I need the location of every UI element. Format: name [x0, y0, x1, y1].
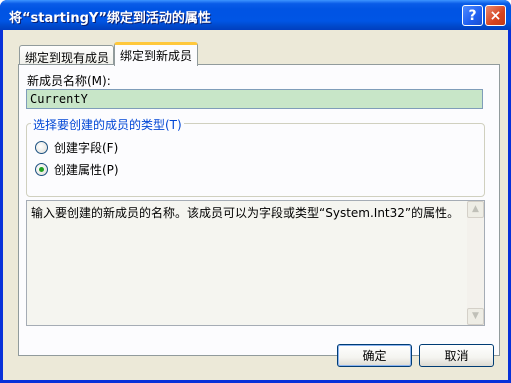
- close-button[interactable]: ×: [485, 5, 506, 26]
- window-title: 将“startingY”绑定到活动的属性: [9, 11, 211, 26]
- member-type-group-title: 选择要创建的成员的类型(T): [31, 116, 184, 133]
- scroll-up-arrow-icon[interactable]: ▲: [467, 201, 484, 218]
- description-scrollbar[interactable]: ▲ ▼: [467, 201, 484, 325]
- tab-label: 绑定到现有成员: [25, 51, 110, 65]
- option-label: 创建属性(P): [54, 163, 119, 177]
- member-type-group: 选择要创建的成员的类型(T) 创建字段(F) 创建属性(P): [26, 116, 485, 197]
- dialog-client-area: 绑定到现有成员 绑定到新成员 新成员名称(M): CurrentY 选择要创建的…: [3, 30, 508, 380]
- option-create-property[interactable]: 创建属性(P): [35, 161, 119, 178]
- dialog-window: 将“startingY”绑定到活动的属性 ? × 绑定到现有成员 绑定到新成员 …: [0, 0, 511, 383]
- tab-label: 绑定到新成员: [120, 49, 193, 63]
- tab-panel: 新成员名称(M): CurrentY 选择要创建的成员的类型(T) 创建字段(F…: [18, 64, 500, 356]
- tab-bind-existing-member[interactable]: 绑定到现有成员: [19, 45, 114, 65]
- new-member-name-input[interactable]: CurrentY: [26, 89, 483, 109]
- scroll-down-arrow-icon[interactable]: ▼: [467, 308, 484, 325]
- description-text: 输入要创建的新成员的名称。该成员可以为字段或类型“System.Int32”的属…: [31, 206, 460, 220]
- option-label: 创建字段(F): [54, 141, 119, 155]
- help-icon: ?: [468, 7, 477, 24]
- new-member-name-label: 新成员名称(M):: [27, 74, 111, 88]
- radio-create-field[interactable]: [35, 141, 48, 154]
- option-create-field[interactable]: 创建字段(F): [35, 139, 118, 156]
- description-box: 输入要创建的新成员的名称。该成员可以为字段或类型“System.Int32”的属…: [26, 200, 485, 326]
- radio-create-property[interactable]: [35, 163, 48, 176]
- ok-button[interactable]: 确定: [337, 344, 412, 367]
- tab-bind-new-member[interactable]: 绑定到新成员: [114, 42, 198, 66]
- cancel-button[interactable]: 取消: [419, 344, 494, 367]
- close-icon: ×: [489, 7, 502, 24]
- ok-button-label: 确定: [362, 349, 387, 363]
- cancel-button-label: 取消: [444, 349, 469, 363]
- title-bar[interactable]: 将“startingY”绑定到活动的属性 ? ×: [0, 0, 511, 30]
- help-button[interactable]: ?: [462, 5, 483, 26]
